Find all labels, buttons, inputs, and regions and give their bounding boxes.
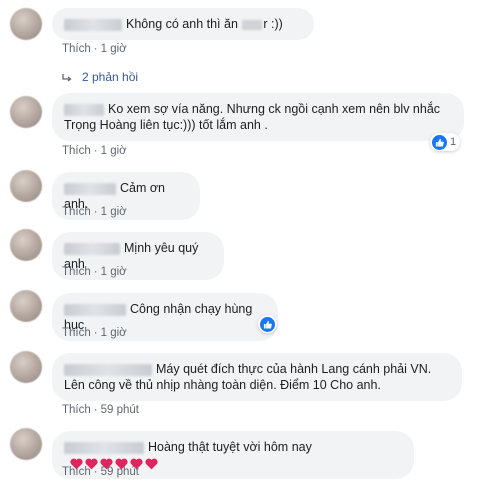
comment-actions: Thích · 1 giờ <box>62 145 127 157</box>
timestamp[interactable]: 1 giờ <box>101 145 127 157</box>
comment-actions: Thích · 59 phút <box>62 404 139 416</box>
view-replies-link[interactable]: 2 phản hồi <box>62 70 138 84</box>
commenter-name[interactable] <box>64 182 116 195</box>
like-button[interactable]: Thích <box>62 327 91 339</box>
reaction-count: 1 <box>450 136 457 148</box>
avatar[interactable] <box>10 351 42 383</box>
avatar[interactable] <box>10 290 42 322</box>
timestamp[interactable]: 59 phút <box>101 466 139 478</box>
reaction-summary[interactable] <box>258 315 277 333</box>
avatar[interactable] <box>10 96 42 128</box>
comment-bubble: Máy quét đích thực của hành Lang cánh ph… <box>52 353 462 401</box>
reply-arrow-icon <box>62 73 72 82</box>
comment-actions: Thích · 59 phút <box>62 466 139 478</box>
comment-text-part1: Không có anh thì ăn <box>126 17 238 31</box>
heart-icon <box>145 458 158 470</box>
timestamp[interactable]: 59 phút <box>101 404 139 416</box>
timestamp[interactable]: 1 giờ <box>101 43 127 55</box>
commenter-name[interactable] <box>64 363 152 376</box>
timestamp[interactable]: 1 giờ <box>101 266 127 278</box>
comment-text: Ko xem sợ vía năng. Nhưng ck ngồi cạnh x… <box>64 102 441 132</box>
like-button[interactable]: Thích <box>62 43 91 55</box>
comment-bubble: Ko xem sợ vía năng. Nhưng ck ngồi cạnh x… <box>52 93 464 141</box>
avatar[interactable] <box>10 229 42 261</box>
comment-bubble: Không có anh thì ăn r :)) <box>52 8 314 40</box>
like-button[interactable]: Thích <box>62 404 91 416</box>
like-button[interactable]: Thích <box>62 206 91 218</box>
like-button[interactable]: Thích <box>62 145 91 157</box>
timestamp[interactable]: 1 giờ <box>101 206 127 218</box>
timestamp[interactable]: 1 giờ <box>101 327 127 339</box>
like-button[interactable]: Thích <box>62 466 91 478</box>
like-reaction-icon <box>260 316 275 332</box>
comment-text: Hoàng thật tuyệt vời hôm nay <box>148 440 312 454</box>
comment-actions: Thích · 1 giờ <box>62 43 127 55</box>
replies-label[interactable]: 2 phản hồi <box>82 70 138 84</box>
like-reaction-icon <box>432 134 447 150</box>
commenter-name[interactable] <box>64 303 126 316</box>
reaction-summary[interactable]: 1 <box>430 133 461 151</box>
commenter-name[interactable] <box>64 242 120 255</box>
avatar[interactable] <box>10 428 42 460</box>
comment-text-part2: r :)) <box>263 17 283 31</box>
avatar[interactable] <box>10 8 42 40</box>
comment-actions: Thích · 1 giờ <box>62 327 127 339</box>
comment-actions: Thích · 1 giờ <box>62 206 127 218</box>
redacted-text <box>242 19 263 30</box>
commenter-name[interactable] <box>64 103 104 116</box>
commenter-name[interactable] <box>64 441 144 454</box>
avatar[interactable] <box>10 170 42 202</box>
comment-actions: Thích · 1 giờ <box>62 266 127 278</box>
like-button[interactable]: Thích <box>62 266 91 278</box>
commenter-name[interactable] <box>64 18 122 31</box>
